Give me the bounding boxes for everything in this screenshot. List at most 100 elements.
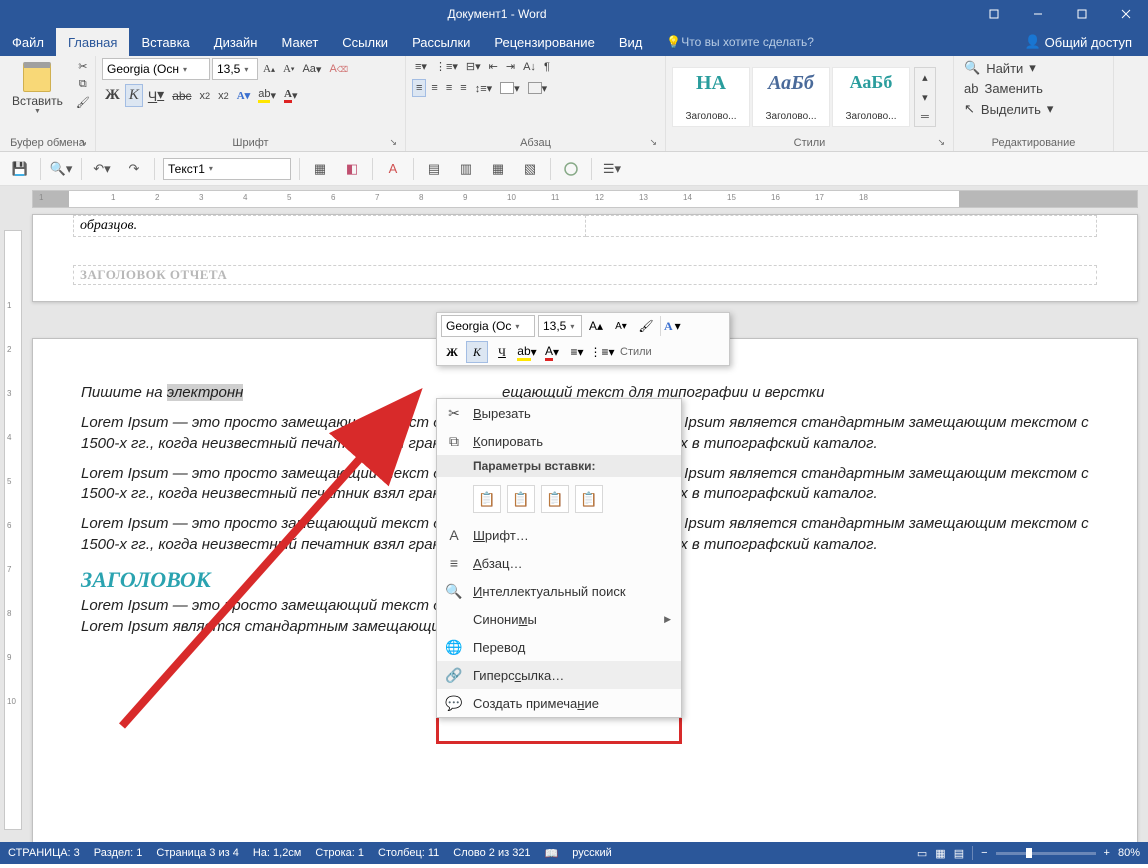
mini-bullets[interactable]: ≡▾ [566,341,588,363]
line-spacing-button[interactable]: ↕≡▾ [472,80,495,97]
status-page-of[interactable]: Страница 3 из 4 [156,847,238,859]
increase-indent-button[interactable]: ⇥ [503,58,518,75]
redo-button[interactable]: ↷ [122,157,146,181]
qat-btn-2[interactable]: ◧ [340,157,364,181]
font-launcher[interactable]: ↘ [389,137,397,148]
qat-btn-7[interactable]: ▧ [518,157,542,181]
tab-design[interactable]: Дизайн [202,28,270,56]
shrink-font-button[interactable]: A▾ [280,61,297,77]
mini-font-color[interactable]: A▾ [541,341,563,363]
select-button[interactable]: ↖Выделить▾ [960,99,1057,119]
tab-layout[interactable]: Макет [269,28,330,56]
view-web-layout[interactable]: ▤ [954,847,964,860]
qat-btn-4[interactable]: ▤ [422,157,446,181]
text-effects-button[interactable]: A▾ [234,87,253,104]
tell-me-search[interactable]: 💡 Что вы хотите сделать? [654,28,826,56]
styles-gallery[interactable]: НАЗаголово... АаБбЗаголово... АаБбЗаголо… [672,67,910,127]
paste-keep-source[interactable]: 📋 [473,485,501,513]
ribbon-display-options-icon[interactable] [972,0,1016,28]
mini-font-size[interactable]: 13,5▾ [538,315,582,337]
tab-home[interactable]: Главная [56,28,129,56]
mini-shrink-font[interactable]: A▾ [610,315,632,337]
tab-insert[interactable]: Вставка [129,28,201,56]
tab-file[interactable]: Файл [0,28,56,56]
tab-mailings[interactable]: Рассылки [400,28,482,56]
status-column[interactable]: Столбец: 11 [378,847,439,859]
bullets-button[interactable]: ≡▾ [412,58,430,75]
status-section[interactable]: Раздел: 1 [94,847,143,859]
ctx-cut[interactable]: ✂Вырезать [437,399,681,427]
paragraph-launcher[interactable]: ↘ [649,137,657,148]
table-cell[interactable]: образцов. [74,216,586,237]
qat-btn-8[interactable] [559,157,583,181]
underline-button[interactable]: Ч▾ [145,85,167,106]
ctx-copy[interactable]: ⧉Копировать [437,427,681,455]
font-name-combo[interactable]: Georgia (Осн▾ [102,58,210,80]
borders-button[interactable]: ▾ [525,80,551,97]
grow-font-button[interactable]: A▴ [260,61,278,77]
ctx-translate[interactable]: 🌐Перевод [437,633,681,661]
style-thumb-3[interactable]: АаБбЗаголово... [832,67,910,127]
paste-merge[interactable]: 📋 [507,485,535,513]
qat-btn-6[interactable]: ▦ [486,157,510,181]
subscript-button[interactable]: x2 [197,88,214,104]
tab-references[interactable]: Ссылки [330,28,400,56]
styles-scroll-down[interactable]: ▾ [918,89,932,106]
zoom-slider[interactable] [996,852,1096,855]
multilevel-list-button[interactable]: ⊟▾ [463,58,484,75]
share-button[interactable]: 👤 Общий доступ [1008,28,1148,56]
status-word[interactable]: Слово 2 из 321 [453,847,530,859]
bold-button[interactable]: Ж [102,85,123,106]
save-button[interactable]: 💾 [8,157,32,181]
ctx-smart-lookup[interactable]: 🔍Интеллектуальный поиск [437,577,681,605]
mini-format-painter[interactable]: 🖌 [635,315,657,337]
status-language[interactable]: русский [572,847,611,859]
mini-font-name[interactable]: Georgia (Ос▾ [441,315,535,337]
status-line[interactable]: Строка: 1 [315,847,364,859]
cut-button[interactable]: ✂ [73,58,93,75]
view-print-layout[interactable]: ▦ [935,847,945,860]
qat-btn-9[interactable]: ☰▾ [600,157,624,181]
superscript-button[interactable]: x2 [215,88,232,104]
zoom-level[interactable]: 80% [1118,847,1140,859]
undo-button[interactable]: ↶▾ [90,157,114,181]
table-cell[interactable] [585,216,1097,237]
font-size-combo[interactable]: 13,5▾ [212,58,258,80]
format-painter-button[interactable]: 🖌 [73,94,93,111]
view-read-mode[interactable]: ▭ [917,847,927,860]
replace-button[interactable]: abЗаменить [960,79,1047,98]
mini-styles-button[interactable]: A▾ [664,315,681,337]
font-color-button[interactable]: A▾ [281,86,300,105]
clipboard-launcher[interactable]: ↘ [79,137,87,148]
justify-button[interactable]: ≡ [457,80,469,96]
find-button[interactable]: 🔍Найти▾ [960,58,1040,78]
status-proofing-icon[interactable]: 📖 [545,847,559,860]
strikethrough-button[interactable]: abc [169,87,194,105]
change-case-button[interactable]: Aa▾ [299,61,324,78]
styles-expand[interactable]: ═ [918,109,932,125]
paste-button[interactable]: Вставить ▼ [6,58,69,119]
paste-text-only[interactable]: 📋 [575,485,603,513]
sort-button[interactable]: A↓ [520,59,539,75]
italic-button[interactable]: К [125,84,143,107]
align-right-button[interactable]: ≡ [443,80,455,96]
status-at[interactable]: На: 1,2см [253,847,302,859]
ctx-new-comment[interactable]: 💬Создать примечание [437,689,681,717]
style-thumb-1[interactable]: НАЗаголово... [672,67,750,127]
style-thumb-2[interactable]: АаБбЗаголово... [752,67,830,127]
tab-view[interactable]: Вид [607,28,655,56]
copy-button[interactable]: ⧉ [73,76,93,93]
ctx-hyperlink[interactable]: 🔗Гиперссылка… [437,661,681,689]
mini-grow-font[interactable]: A▴ [585,315,607,337]
qat-btn-1[interactable]: ▦ [308,157,332,181]
ctx-synonyms[interactable]: Синонимы▶ [437,605,681,633]
clear-formatting-button[interactable]: A⌫ [326,61,351,77]
maximize-icon[interactable] [1060,0,1104,28]
highlight-color-button[interactable]: ab▾ [255,86,279,105]
qat-btn-5[interactable]: ▥ [454,157,478,181]
ctx-paragraph[interactable]: ≡Абзац… [437,549,681,577]
decrease-indent-button[interactable]: ⇤ [486,58,501,75]
styles-scroll-up[interactable]: ▴ [918,69,932,86]
show-marks-button[interactable]: ¶ [541,59,553,75]
align-left-button[interactable]: ≡ [412,79,426,97]
